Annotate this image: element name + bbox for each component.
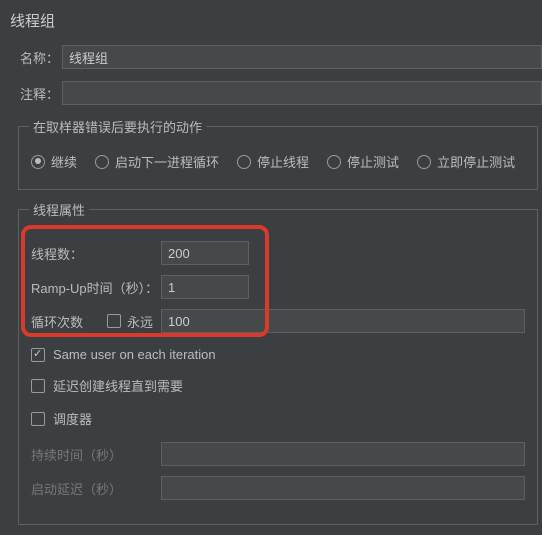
- duration-label: 持续时间（秒）: [31, 445, 161, 464]
- radio-next-loop-label: 启动下一进程循环: [115, 152, 219, 171]
- radio-stop-now[interactable]: 立即停止测试: [417, 152, 515, 171]
- radio-stop-test-label: 停止测试: [347, 152, 399, 171]
- thread-props-legend: 线程属性: [29, 200, 89, 219]
- forever-label: 永远: [127, 312, 153, 331]
- forever-checkbox[interactable]: 永远: [107, 312, 153, 331]
- radio-icon: [237, 155, 251, 169]
- loop-label: 循环次数: [31, 312, 107, 331]
- checkbox-icon: [31, 348, 45, 362]
- radio-icon: [417, 155, 431, 169]
- same-user-checkbox[interactable]: Same user on each iteration: [31, 347, 525, 362]
- thread-props-group: 线程属性 线程数： Ramp-Up时间（秒）： 循环次数 永远 Same use…: [18, 200, 538, 525]
- delay-create-label: 延迟创建线程直到需要: [53, 376, 183, 395]
- error-action-legend: 在取样器错误后要执行的动作: [29, 117, 206, 136]
- scheduler-label: 调度器: [53, 409, 92, 428]
- threads-input[interactable]: [161, 241, 249, 265]
- radio-continue-label: 继续: [51, 152, 77, 171]
- radio-continue[interactable]: 继续: [31, 152, 77, 171]
- threads-label: 线程数：: [31, 244, 161, 263]
- delay-label: 启动延迟（秒）: [31, 479, 161, 498]
- name-label: 名称：: [20, 48, 62, 67]
- comment-input[interactable]: [62, 81, 542, 105]
- scheduler-checkbox[interactable]: 调度器: [31, 409, 525, 428]
- rampup-label: Ramp-Up时间（秒）：: [31, 278, 161, 297]
- radio-icon: [327, 155, 341, 169]
- checkbox-icon: [31, 379, 45, 393]
- panel-title: 线程组: [8, 6, 542, 41]
- radio-stop-thread-label: 停止线程: [257, 152, 309, 171]
- checkbox-icon: [31, 412, 45, 426]
- comment-label: 注释：: [20, 84, 62, 103]
- radio-stop-thread[interactable]: 停止线程: [237, 152, 309, 171]
- duration-input: [161, 442, 525, 466]
- name-input[interactable]: [62, 45, 542, 69]
- delay-create-checkbox[interactable]: 延迟创建线程直到需要: [31, 376, 525, 395]
- delay-input: [161, 476, 525, 500]
- checkbox-icon: [107, 314, 121, 328]
- radio-stop-test[interactable]: 停止测试: [327, 152, 399, 171]
- radio-stop-now-label: 立即停止测试: [437, 152, 515, 171]
- radio-next-loop[interactable]: 启动下一进程循环: [95, 152, 219, 171]
- loop-input[interactable]: [161, 309, 525, 333]
- rampup-input[interactable]: [161, 275, 249, 299]
- error-action-group: 在取样器错误后要执行的动作 继续 启动下一进程循环 停止线程 停止测试 立即停止…: [18, 117, 538, 190]
- radio-icon: [31, 155, 45, 169]
- same-user-label: Same user on each iteration: [53, 347, 216, 362]
- radio-icon: [95, 155, 109, 169]
